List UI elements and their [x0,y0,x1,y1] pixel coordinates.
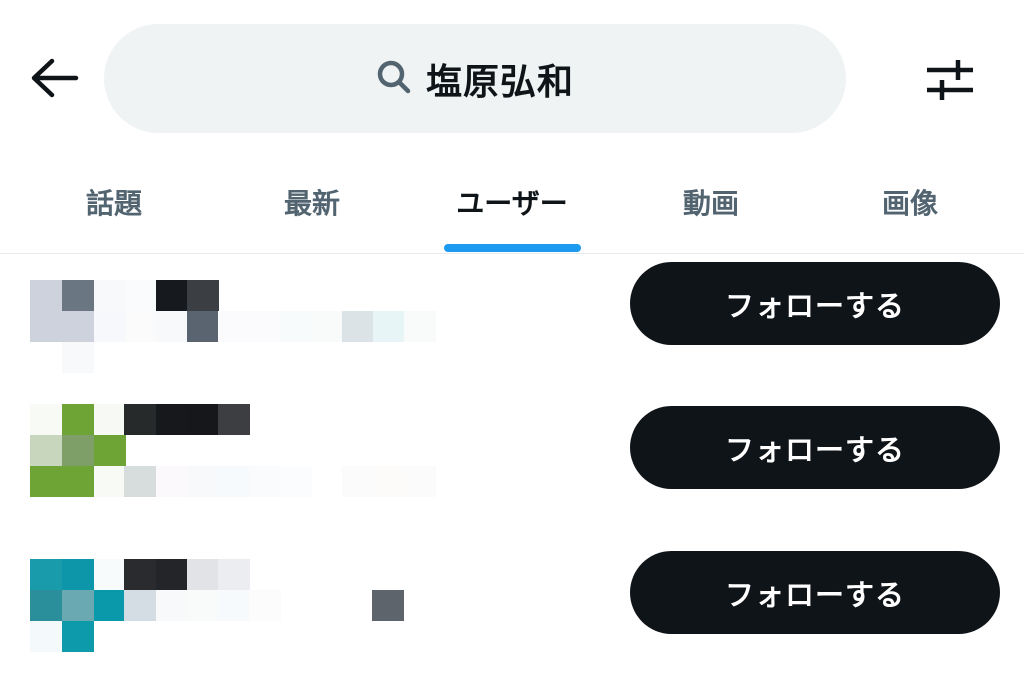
tab-label: 話題 [85,186,142,220]
tab-label: ユーザー [456,186,568,220]
search-query: 塩原弘和 [425,61,574,103]
tab-users[interactable]: ユーザー [412,150,612,253]
tab-videos[interactable]: 動画 [611,150,811,253]
tab-label: 最新 [283,186,340,220]
tab-label: 画像 [881,186,938,220]
user-row[interactable]: フォローする [0,543,1024,683]
active-tab-indicator [444,244,581,252]
follow-label: フォローする [724,432,905,467]
user-row[interactable]: フォローする [0,398,1024,538]
tab-trending[interactable]: 話題 [14,150,214,253]
back-button[interactable] [24,50,84,110]
search-input[interactable]: 塩原弘和 [104,24,846,133]
tab-label: 動画 [682,186,739,220]
follow-label: フォローする [724,577,905,612]
search-icon [376,59,412,99]
arrow-left-icon [28,56,80,104]
sliders-icon [925,57,975,107]
follow-label: フォローする [724,288,905,323]
filter-button[interactable] [916,48,984,116]
follow-button[interactable]: フォローする [630,406,1000,489]
user-row[interactable]: フォローする [0,253,1024,393]
follow-button[interactable]: フォローする [630,551,1000,634]
tab-images[interactable]: 画像 [810,150,1010,253]
tab-bar: 話題 最新 ユーザー 動画 画像 [0,150,1024,254]
follow-button[interactable]: フォローする [630,262,1000,345]
tab-latest[interactable]: 最新 [212,150,412,253]
